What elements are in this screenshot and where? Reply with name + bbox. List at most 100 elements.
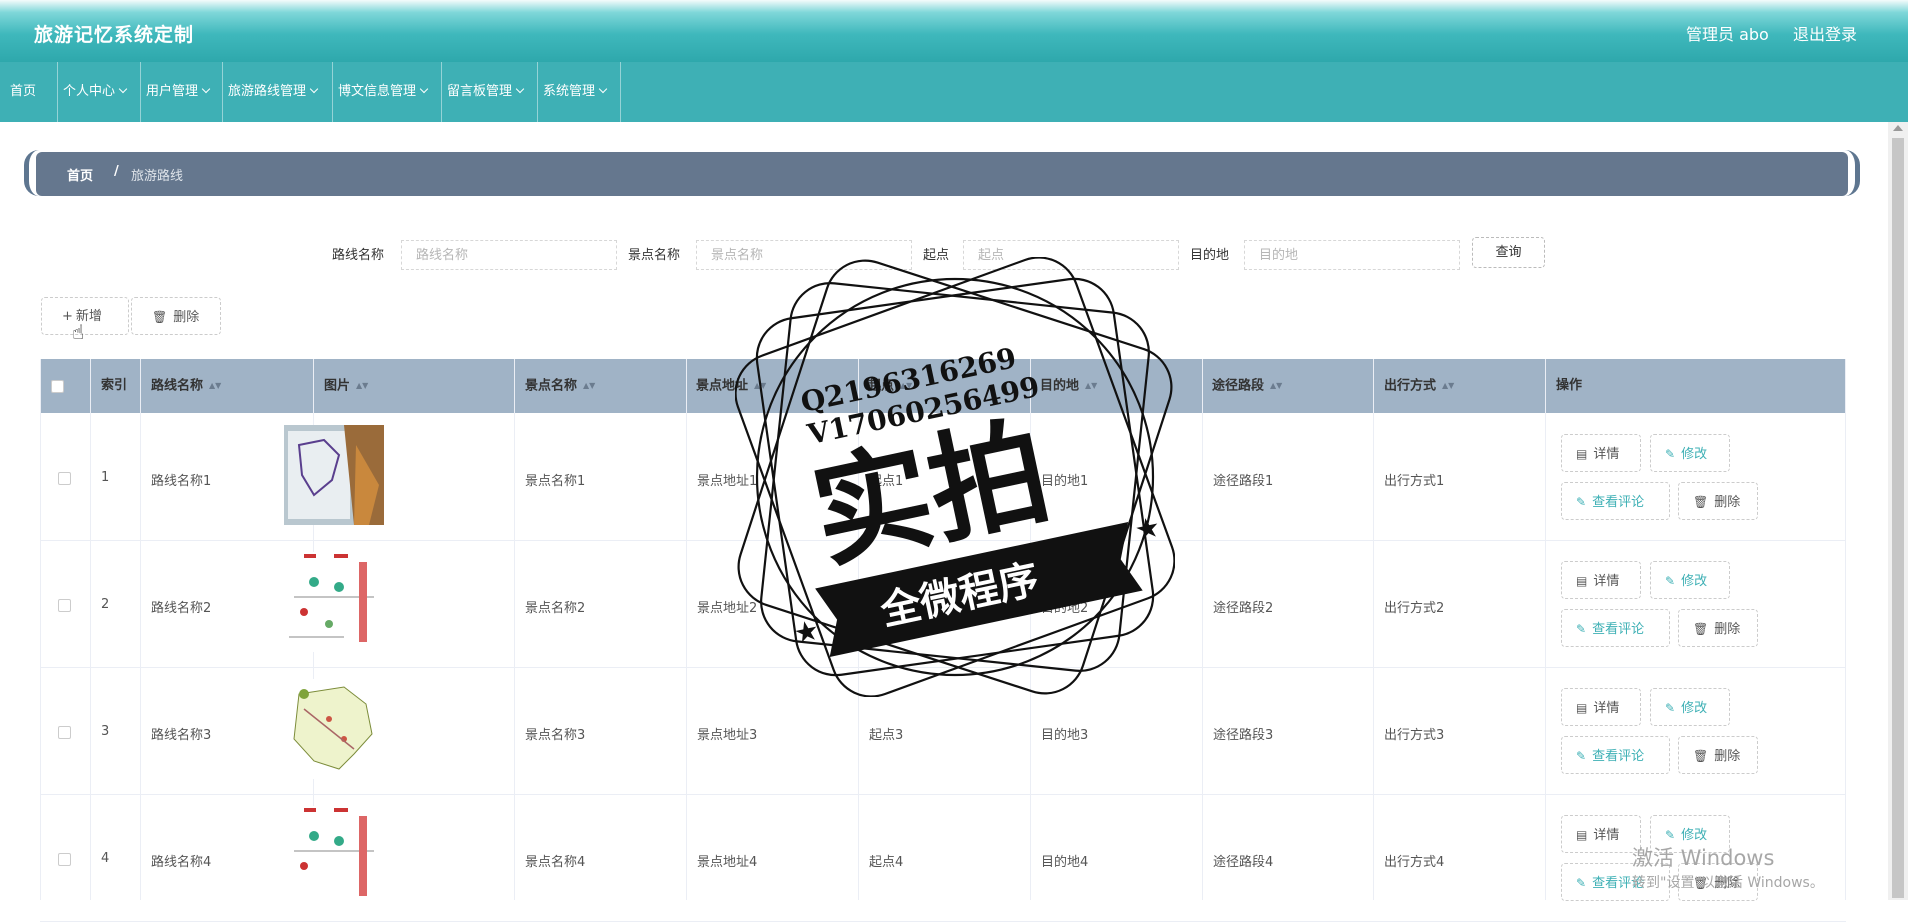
sort-icon[interactable]: ▲▼ [583, 359, 595, 413]
breadcrumb: 首页 / 旅游路线 [24, 150, 1860, 198]
edit-button[interactable]: ✎ 修改 [1650, 434, 1730, 472]
cell-route-name: 路线名称3 [151, 728, 212, 743]
add-button[interactable]: + 新增 [41, 297, 129, 335]
breadcrumb-right-bracket [1845, 150, 1860, 196]
cell-path: 途径路段4 [1213, 855, 1274, 870]
header-label: 路线名称 [151, 378, 204, 394]
nav-item-route-management[interactable]: 旅游路线管理 [223, 62, 333, 122]
row-checkbox[interactable] [58, 472, 71, 485]
batch-delete-button[interactable]: 🗑 删除 [131, 297, 221, 335]
edit-button[interactable]: ✎ 修改 [1650, 561, 1730, 599]
app-title: 旅游记忆系统定制 [34, 24, 195, 46]
sort-icon[interactable]: ▲▼ [356, 359, 368, 413]
view-comments-button[interactable]: ✎ 查看评论 [1561, 609, 1670, 647]
header-travel-mode[interactable]: 出行方式 ▲▼ [1384, 359, 1454, 413]
scroll-up-arrow-icon[interactable] [1893, 125, 1903, 131]
detail-label: 详情 [1593, 828, 1620, 843]
breadcrumb-bar: 首页 / 旅游路线 [36, 152, 1848, 196]
detail-button[interactable]: ▤ 详情 [1561, 434, 1641, 472]
start-input[interactable] [963, 240, 1179, 270]
chevron-down-icon [598, 84, 608, 94]
header-spot-address[interactable]: 景点地址 ▲▼ [696, 359, 766, 413]
route-name-input[interactable] [401, 240, 617, 270]
nav-item-home[interactable]: 首页 [0, 62, 58, 122]
route-image[interactable] [284, 806, 384, 906]
trash-icon: 🗑 [152, 310, 168, 324]
cell-index: 3 [101, 724, 110, 739]
nav-item-system-management[interactable]: 系统管理 [538, 62, 621, 122]
detail-button[interactable]: ▤ 详情 [1561, 561, 1641, 599]
cell-spot-name: 景点名称4 [525, 855, 586, 870]
top-header: 旅游记忆系统定制 管理员 abo 退出登录 [0, 0, 1908, 62]
view-comments-label: 查看评论 [1592, 749, 1645, 764]
trash-icon: 🗑 [1693, 749, 1709, 763]
breadcrumb-home[interactable]: 首页 [67, 165, 93, 184]
delete-label: 删除 [173, 310, 200, 325]
nav-label: 旅游路线管理 [228, 84, 307, 99]
table-header: 索引 路线名称 ▲▼ 图片 ▲▼ 景点名称 ▲▼ 景点地址 ▲▼ 起点 ▲▼ 目的地 ▲▼ … [40, 359, 1846, 413]
sort-icon[interactable]: ▲▼ [209, 359, 221, 413]
header-label: 起点 [868, 378, 895, 394]
cell-spot-address: 景点地址4 [697, 855, 758, 870]
pencil-icon: ✎ [1665, 701, 1676, 715]
pencil-icon: ✎ [1576, 876, 1587, 890]
windows-activation-title: 激活 Windows [1632, 846, 1775, 870]
nav-item-personal-center[interactable]: 个人中心 [58, 62, 141, 122]
document-icon: ▤ [1576, 447, 1588, 461]
sort-icon[interactable]: ▲▼ [754, 359, 766, 413]
header-image[interactable]: 图片 ▲▼ [324, 359, 368, 413]
logout-link[interactable]: 退出登录 [1793, 21, 1857, 45]
destination-input[interactable] [1244, 240, 1460, 270]
detail-button[interactable]: ▤ 详情 [1561, 815, 1641, 853]
delete-button[interactable]: 🗑 删除 [1678, 609, 1758, 647]
sort-icon[interactable]: ▲▼ [1085, 359, 1097, 413]
cell-start: 起点2 [869, 601, 904, 616]
header-destination[interactable]: 目的地 ▲▼ [1040, 359, 1097, 413]
document-icon: ▤ [1576, 574, 1588, 588]
view-comments-button[interactable]: ✎ 查看评论 [1561, 736, 1670, 774]
row-checkbox[interactable] [58, 599, 71, 612]
scroll-thumb[interactable] [1892, 138, 1904, 898]
cell-destination: 目的地1 [1041, 474, 1089, 489]
main-nav: 首页 个人中心 用户管理 旅游路线管理 博文信息管理 留言板管理 系统管理 [0, 62, 1908, 122]
current-user: 管理员 abo [1686, 25, 1769, 44]
pencil-icon: ✎ [1576, 749, 1587, 763]
header-spot-name[interactable]: 景点名称 ▲▼ [525, 359, 595, 413]
cell-spot-address: 景点地址1 [697, 474, 758, 489]
route-image[interactable] [284, 552, 384, 652]
header-path[interactable]: 途径路段 ▲▼ [1212, 359, 1282, 413]
windows-activation-hint: 转到"设置"以激活 Windows。 [1632, 875, 1824, 891]
cell-index: 2 [101, 597, 110, 612]
detail-button[interactable]: ▤ 详情 [1561, 688, 1641, 726]
nav-item-user-management[interactable]: 用户管理 [141, 62, 223, 122]
pencil-icon: ✎ [1576, 495, 1587, 509]
route-image[interactable] [284, 425, 384, 525]
cell-path: 途径路段3 [1213, 728, 1274, 743]
header-route-name[interactable]: 路线名称 ▲▼ [151, 359, 221, 413]
select-all-checkbox[interactable] [51, 380, 64, 393]
pencil-icon: ✎ [1665, 828, 1676, 842]
delete-button[interactable]: 🗑 删除 [1678, 482, 1758, 520]
vertical-scrollbar[interactable] [1888, 122, 1908, 900]
edit-button[interactable]: ✎ 修改 [1650, 688, 1730, 726]
nav-item-message-board[interactable]: 留言板管理 [442, 62, 538, 122]
cell-start: 起点3 [869, 728, 904, 743]
row-checkbox[interactable] [58, 853, 71, 866]
query-button[interactable]: 查询 [1472, 237, 1545, 268]
route-image[interactable] [284, 679, 384, 779]
delete-label: 删除 [1714, 495, 1741, 510]
view-comments-button[interactable]: ✎ 查看评论 [1561, 482, 1670, 520]
delete-button[interactable]: 🗑 删除 [1678, 736, 1758, 774]
sort-icon[interactable]: ▲▼ [900, 359, 912, 413]
cell-route-name: 路线名称2 [151, 601, 212, 616]
nav-item-blog-management[interactable]: 博文信息管理 [333, 62, 442, 122]
row-checkbox[interactable] [58, 726, 71, 739]
header-start[interactable]: 起点 ▲▼ [868, 359, 912, 413]
header-label: 景点名称 [525, 378, 578, 394]
sort-icon[interactable]: ▲▼ [1442, 359, 1454, 413]
spot-name-input[interactable] [696, 240, 912, 270]
header-label: 图片 [324, 378, 351, 394]
sort-icon[interactable]: ▲▼ [1270, 359, 1282, 413]
cell-index: 4 [101, 851, 110, 866]
header-operations: 操作 [1556, 378, 1583, 393]
